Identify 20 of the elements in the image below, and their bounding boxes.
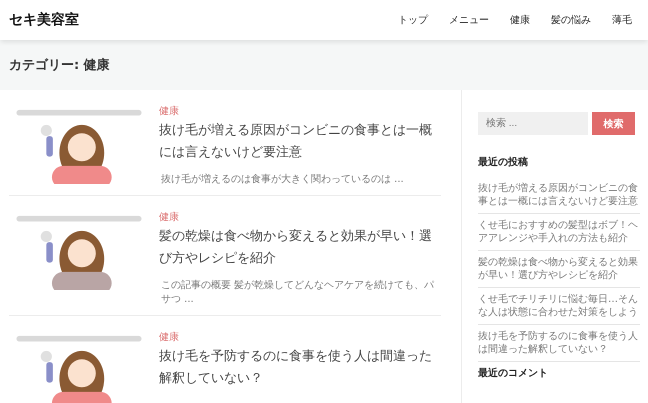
post-title[interactable]: 抜け毛が増える原因がコンビニの食事とは一概には言えないけど要注意	[159, 120, 441, 164]
widget-heading: 最近の投稿	[478, 156, 529, 169]
post-excerpt: 抜け毛が増えるのは食事が大きく関わっているのは ...	[161, 172, 404, 186]
archive-title: カテゴリー: 健康	[9, 56, 110, 74]
nav-link[interactable]: メニュー	[449, 13, 489, 27]
post-title[interactable]: 抜け毛を予防するのに食事を使う人は間違った解釈していない？	[159, 346, 441, 390]
recent-post-link[interactable]: 抜け毛が増える原因がコンビニの食事とは一概には言えないけど要注意	[478, 182, 640, 208]
recent-post-link[interactable]: くせ毛でチリチリに悩む毎日…そんな人は状態に合わせた対策をしよう	[478, 293, 640, 319]
widget-heading: 最近のコメント	[478, 366, 549, 380]
recent-post-link[interactable]: 抜け毛を予防するのに食事を使う人は間違った解釈していない？	[478, 330, 640, 356]
recent-post-link[interactable]: 髪の乾燥は食べ物から変えると効果が早い！選び方やレシピを紹介	[478, 256, 640, 282]
recent-post-link[interactable]: くせ毛におすすめの髪型はボブ！ヘアアレンジや手入れの方法も紹介	[478, 219, 640, 245]
nav-link[interactable]: 髪の悩み	[551, 13, 591, 27]
search-field[interactable]: 検索 ...	[478, 112, 588, 135]
nav-link[interactable]: 健康	[510, 13, 530, 27]
post-title[interactable]: 髪の乾燥は食べ物から変えると効果が早い！選び方やレシピを紹介	[159, 226, 441, 270]
nav-link[interactable]: トップ	[398, 13, 428, 27]
post-excerpt: この記事の概要 髪が乾燥してどんなヘアケアを続けても、パサつ ...	[161, 278, 436, 306]
nav-link[interactable]: 薄毛	[612, 13, 632, 27]
site-title[interactable]: セキ美容室	[9, 11, 79, 29]
